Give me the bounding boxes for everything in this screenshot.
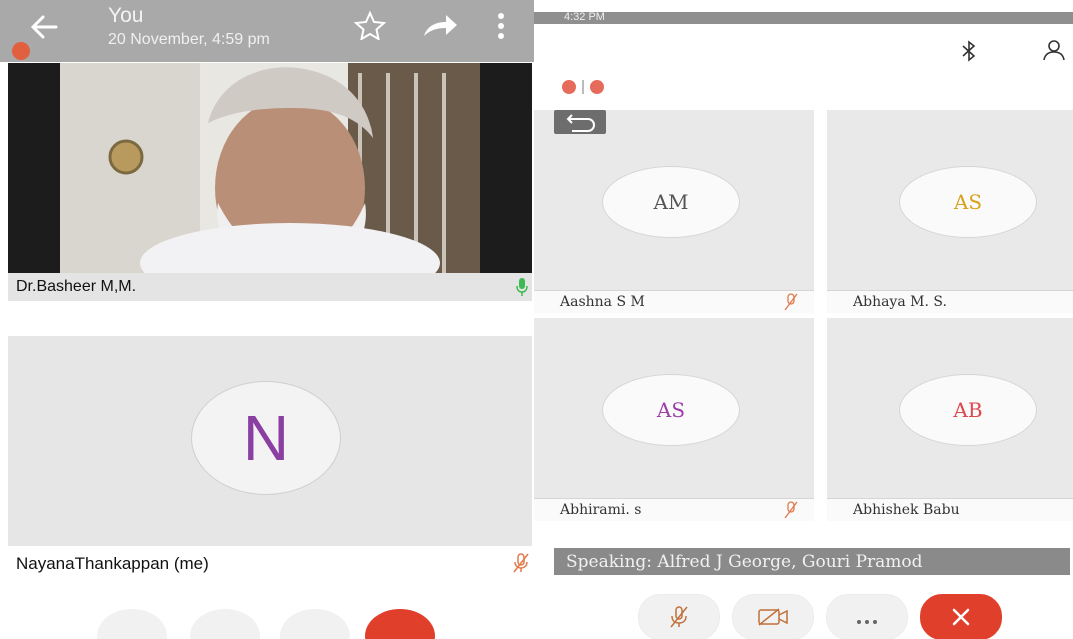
participant-avatar: AM [602, 166, 740, 238]
participant-name: Aashna S M [560, 294, 645, 310]
mic-off-icon [669, 605, 689, 629]
participant-label: Abhirami. s [534, 498, 814, 521]
video-tile-label: Dr.Basheer M,M. [8, 273, 532, 301]
mute-button[interactable] [638, 594, 720, 639]
video-button[interactable] [732, 594, 814, 639]
participant-label: Abhishek Babu [827, 498, 1073, 521]
switch-camera-icon[interactable] [1042, 38, 1070, 62]
message-header: You 20 November, 4:59 pm [0, 0, 534, 62]
participant-tile[interactable]: AB [827, 318, 1073, 500]
tile-gap [8, 301, 532, 334]
self-tile-label: NayanaThankappan (me) [8, 546, 532, 580]
video-button[interactable] [190, 609, 260, 639]
star-icon[interactable] [353, 10, 387, 42]
video-off-icon [757, 607, 789, 627]
end-call-icon [949, 605, 973, 629]
share-icon[interactable] [420, 10, 460, 40]
participant-avatar: AS [899, 166, 1037, 238]
more-button[interactable] [280, 609, 350, 639]
end-call-button[interactable] [365, 609, 435, 639]
end-call-button[interactable] [920, 594, 1002, 639]
mic-icon [516, 277, 528, 297]
mic-off-icon [512, 552, 530, 574]
status-bar: 4:32 PM [534, 11, 1073, 24]
participant-tile[interactable]: AS [534, 318, 814, 500]
more-horiz-icon [855, 613, 879, 624]
self-name: NayanaThankappan (me) [16, 554, 209, 573]
participant-avatar: AS [602, 374, 740, 446]
divider [582, 80, 584, 94]
more-vert-icon[interactable] [494, 10, 508, 42]
back-arrow-icon[interactable] [26, 10, 62, 44]
participant-label: Abhaya M. S. [827, 290, 1073, 313]
video-off-indicator-icon [590, 80, 604, 94]
participant-name: Abhaya M. S. [853, 294, 947, 310]
mic-off-icon [784, 501, 798, 519]
participant-name: Abhirami. s [560, 502, 642, 518]
bluetooth-icon[interactable] [960, 40, 978, 62]
mic-off-badge-icon [12, 42, 30, 60]
participant-avatar: AB [899, 374, 1037, 446]
exit-fullscreen-icon[interactable] [554, 110, 606, 134]
participant-tile[interactable]: AM [534, 110, 814, 292]
header-subtitle: 20 November, 4:59 pm [108, 31, 270, 48]
participant-name: Dr.Basheer M,M. [16, 278, 137, 295]
mic-off-icon [784, 293, 798, 311]
left-call-screen: You 20 November, 4:59 pm Dr.Basheer M,M. [0, 0, 534, 639]
speaking-indicator: Speaking: Alfred J George, Gouri Pramod [554, 548, 1070, 575]
mute-button[interactable] [97, 609, 167, 639]
participant-label: Aashna S M [534, 290, 814, 313]
video-tile[interactable] [8, 63, 532, 273]
participant-tile[interactable]: AS [827, 110, 1073, 292]
participant-name: Abhishek Babu [853, 502, 960, 518]
self-avatar-initial: N [242, 402, 290, 474]
self-tile[interactable]: N [8, 336, 532, 546]
participant-video-frame [8, 63, 532, 273]
speaking-text: Speaking: Alfred J George, Gouri Pramod [566, 552, 923, 572]
muted-indicator-icon [562, 80, 576, 94]
right-call-screen: 4:32 PM AM Aashna S M AS Abhaya M. S. AS… [534, 0, 1073, 639]
more-button[interactable] [826, 594, 908, 639]
header-title: You [108, 4, 144, 27]
self-avatar: N [191, 381, 341, 495]
status-time: 4:32 PM [564, 11, 605, 23]
